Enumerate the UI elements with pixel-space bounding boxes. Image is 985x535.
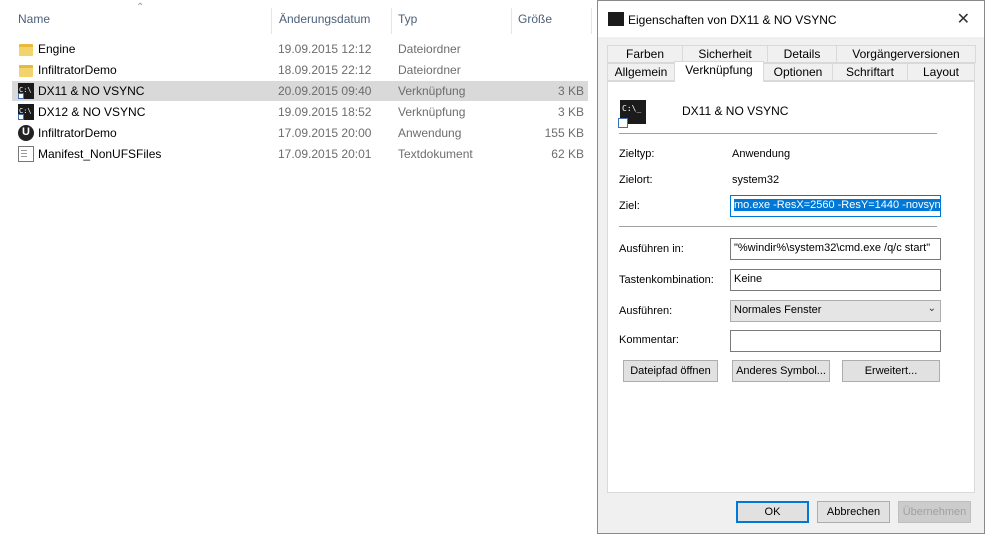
file-name: InfiltratorDemo xyxy=(38,126,117,140)
tab-details[interactable]: Details xyxy=(767,45,837,63)
column-date[interactable]: Änderungsdatum xyxy=(279,12,370,26)
ausfuehren-select-value: Normales Fenster xyxy=(734,304,822,316)
file-size: 155 KB xyxy=(544,126,584,140)
file-name: Engine xyxy=(38,42,76,56)
file-row[interactable]: InfiltratorDemo 18.09.2015 22:12 Dateior… xyxy=(12,60,588,80)
zielort-value: system32 xyxy=(732,174,780,186)
ausfuehren-select[interactable]: Normales Fenster ⌄ xyxy=(730,300,941,322)
sort-ascending-icon: ⌃ xyxy=(136,2,145,13)
ok-button[interactable]: OK xyxy=(736,501,809,523)
unreal-engine-icon: U xyxy=(18,125,34,141)
close-icon[interactable]: ✕ xyxy=(957,9,970,29)
tab-panel-verknuepfung: C:\_ DX11 & NO VSYNC Zieltyp: Anwendung … xyxy=(607,81,975,493)
cmd-window-icon xyxy=(608,12,624,26)
file-type: Anwendung xyxy=(398,126,462,140)
column-divider[interactable] xyxy=(511,8,512,34)
file-size: 3 KB xyxy=(557,105,584,119)
column-header-bar: ⌃ Name Änderungsdatum Typ Größe xyxy=(0,0,600,38)
file-type: Textdokument xyxy=(398,147,473,161)
file-type: Dateiordner xyxy=(398,42,461,56)
column-divider[interactable] xyxy=(271,8,272,34)
kommentar-label: Kommentar: xyxy=(619,334,679,346)
tab-optionen[interactable]: Optionen xyxy=(763,63,833,81)
column-type[interactable]: Typ xyxy=(398,12,417,26)
erweitert-button[interactable]: Erweitert... xyxy=(842,360,940,382)
tab-vorgaengerversionen[interactable]: Vorgängerversionen xyxy=(836,45,976,63)
file-date: 19.09.2015 18:52 xyxy=(278,105,372,119)
file-type: Verknüpfung xyxy=(398,84,466,98)
column-divider[interactable] xyxy=(391,8,392,34)
shortcut-name: DX11 & NO VSYNC xyxy=(682,104,789,118)
cancel-button[interactable]: Abbrechen xyxy=(817,501,890,523)
ausfuehren-label: Ausführen: xyxy=(619,305,673,317)
anderes-symbol-button[interactable]: Anderes Symbol... xyxy=(732,360,830,382)
folder-icon xyxy=(19,65,33,77)
file-size: 62 KB xyxy=(551,147,584,161)
file-name: Manifest_NonUFSFiles xyxy=(38,147,162,161)
ziel-selected-text: mo.exe -ResX=2560 -ResY=1440 -novsync xyxy=(734,199,940,211)
dialog-title: Eigenschaften von DX11 & NO VSYNC xyxy=(628,13,837,27)
file-date: 17.09.2015 20:01 xyxy=(278,147,372,161)
tastenkombination-input[interactable]: Keine xyxy=(730,269,941,291)
ausfuehren-in-label: Ausführen in: xyxy=(619,243,684,255)
dateipfad-oeffnen-button[interactable]: Dateipfad öffnen xyxy=(623,360,718,382)
file-name: DX11 & NO VSYNC xyxy=(38,84,145,98)
file-row[interactable]: Manifest_NonUFSFiles 17.09.2015 20:01 Te… xyxy=(12,144,588,164)
file-row[interactable]: U InfiltratorDemo 17.09.2015 20:00 Anwen… xyxy=(12,123,588,143)
zieltyp-label: Zieltyp: xyxy=(619,148,655,160)
properties-dialog: Eigenschaften von DX11 & NO VSYNC ✕ Farb… xyxy=(597,0,985,534)
kommentar-input[interactable] xyxy=(730,330,941,352)
file-date: 19.09.2015 12:12 xyxy=(278,42,372,56)
folder-icon xyxy=(19,44,33,56)
tab-verknuepfung[interactable]: Verknüpfung xyxy=(674,61,764,82)
file-date: 17.09.2015 20:00 xyxy=(278,126,372,140)
column-name[interactable]: Name xyxy=(18,12,50,26)
file-name: InfiltratorDemo xyxy=(38,63,117,77)
column-divider[interactable] xyxy=(591,8,592,34)
file-explorer: ⌃ Name Änderungsdatum Typ Größe Engine 1… xyxy=(0,0,600,535)
ziel-input[interactable]: mo.exe -ResX=2560 -ResY=1440 -novsync xyxy=(730,195,941,217)
file-date: 18.09.2015 22:12 xyxy=(278,63,372,77)
tab-allgemein[interactable]: Allgemein xyxy=(607,63,675,81)
file-name: DX12 & NO VSYNC xyxy=(38,105,146,119)
file-date: 20.09.2015 09:40 xyxy=(278,84,372,98)
ziel-label: Ziel: xyxy=(619,200,640,212)
apply-button[interactable]: Übernehmen xyxy=(898,501,971,523)
zielort-label: Zielort: xyxy=(619,174,653,186)
file-row[interactable]: Engine 19.09.2015 12:12 Dateiordner xyxy=(12,39,588,59)
tab-layout[interactable]: Layout xyxy=(907,63,975,81)
tab-farben[interactable]: Farben xyxy=(607,45,683,63)
file-row[interactable]: C:\ DX12 & NO VSYNC 19.09.2015 18:52 Ver… xyxy=(12,102,588,122)
file-size: 3 KB xyxy=(557,84,584,98)
shortcut-icon: C:\_ xyxy=(618,100,646,128)
ausfuehren-in-input[interactable]: "%windir%\system32\cmd.exe /q/c start" xyxy=(730,238,941,260)
file-row-selected[interactable]: C:\ DX11 & NO VSYNC 20.09.2015 09:40 Ver… xyxy=(12,81,588,101)
dialog-titlebar[interactable]: Eigenschaften von DX11 & NO VSYNC ✕ xyxy=(598,1,984,37)
cmd-shortcut-icon: C:\ xyxy=(18,104,34,120)
cmd-shortcut-icon: C:\ xyxy=(18,83,34,99)
text-document-icon xyxy=(18,146,34,162)
tastenkombination-label: Tastenkombination: xyxy=(619,274,714,286)
tab-schriftart[interactable]: Schriftart xyxy=(832,63,908,81)
zieltyp-value: Anwendung xyxy=(732,148,791,160)
file-type: Dateiordner xyxy=(398,63,461,77)
column-size[interactable]: Größe xyxy=(518,12,552,26)
chevron-down-icon: ⌄ xyxy=(927,303,936,314)
divider xyxy=(619,133,937,134)
divider xyxy=(619,226,937,227)
file-type: Verknüpfung xyxy=(398,105,466,119)
